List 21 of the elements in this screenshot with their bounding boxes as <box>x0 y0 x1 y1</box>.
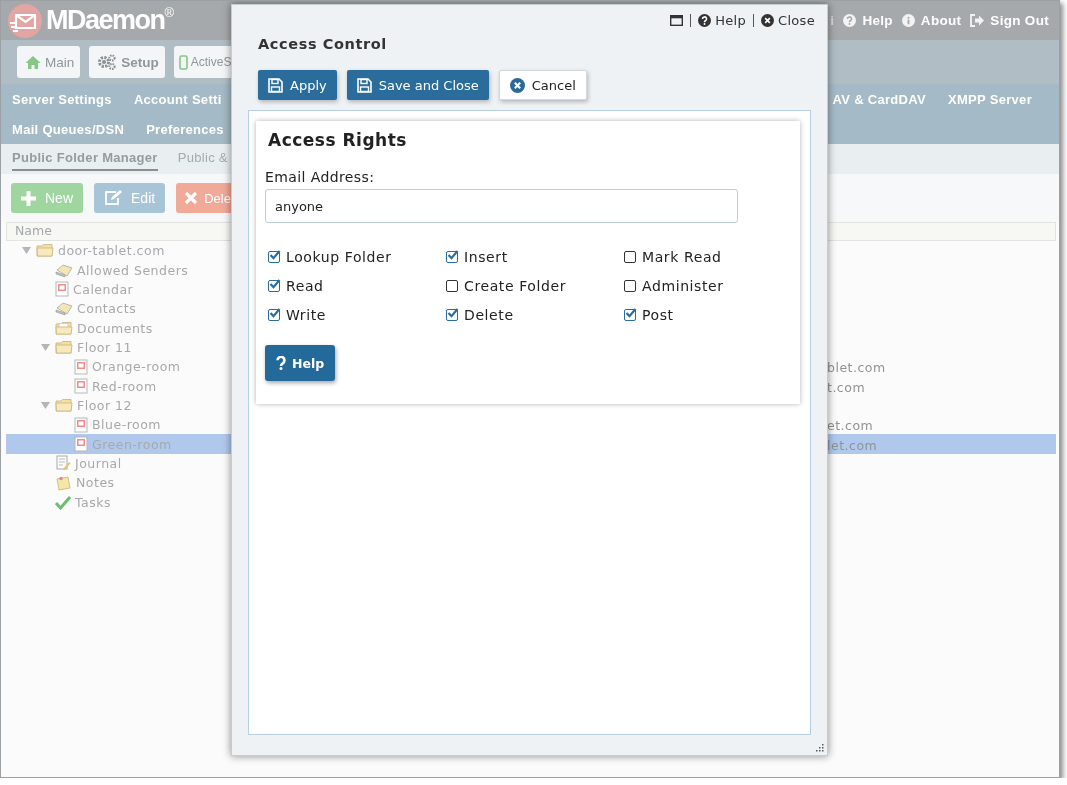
folder-name: Tasks <box>75 494 111 510</box>
folder-name: Allowed Senders <box>77 262 189 278</box>
logo-text: MDaemon$^{®}$ <box>46 5 175 36</box>
table-cell-text: t.com <box>826 379 866 395</box>
folder-name: Red-room <box>92 378 157 394</box>
folder-name: Green-room <box>92 436 172 452</box>
folder-name: Contacts <box>77 301 137 317</box>
folder-name: Floor 11 <box>77 339 132 355</box>
table-cell-text: blet.com <box>826 360 886 376</box>
folder-name: Calendar <box>73 281 134 297</box>
folder-name: Notes <box>76 475 115 491</box>
folder-name: Blue-room <box>92 417 161 433</box>
table-cell-text: et.com <box>826 418 874 434</box>
field-label: Email Address: <box>265 169 376 185</box>
folder-name: door-tablet.com <box>58 243 165 259</box>
card-title: Access Rights <box>268 130 408 150</box>
folder-name: Journal <box>75 455 122 471</box>
table-cell-text: let.com <box>826 437 878 453</box>
folder-name: Floor 12 <box>77 397 132 413</box>
folder-name: Orange-room <box>92 359 181 375</box>
folder-name: Documents <box>77 320 153 336</box>
